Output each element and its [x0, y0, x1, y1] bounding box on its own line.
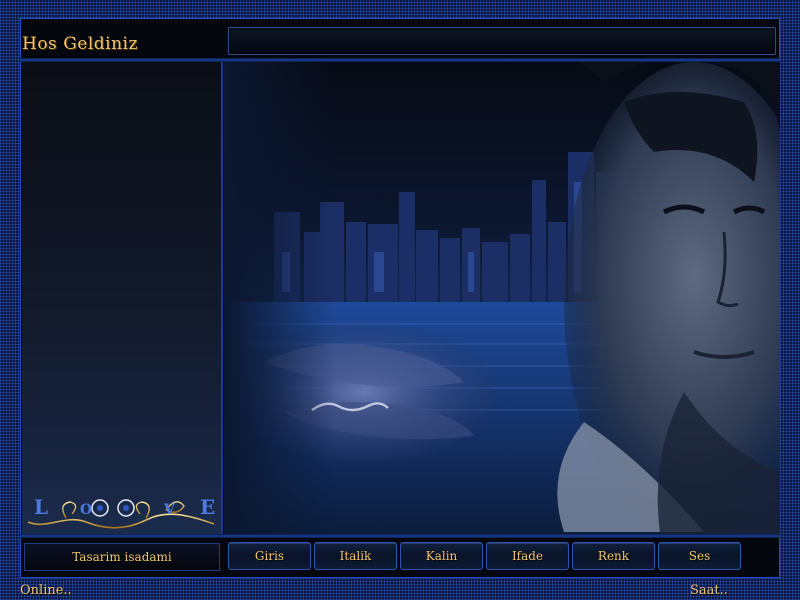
love-ornament-icon: L O V E — [26, 488, 216, 532]
logo-letter-l: L — [34, 495, 48, 519]
nav-button-kalin[interactable]: Kalin — [400, 542, 483, 570]
user-list-panel[interactable] — [22, 62, 223, 534]
nav-button-italik[interactable]: Italik — [314, 542, 397, 570]
nav-button-ses[interactable]: Ses — [658, 542, 741, 570]
logo-letter-o: O — [80, 502, 92, 518]
logo-letter-e: E — [200, 495, 215, 519]
logo-letter-v: V — [163, 502, 176, 518]
message-display-bar — [228, 27, 776, 55]
nav-button-renk[interactable]: Renk — [572, 542, 655, 570]
main-chat-area[interactable] — [224, 62, 780, 534]
nav-button-ifade[interactable]: Ifade — [486, 542, 569, 570]
clock-status: Saat.. — [690, 583, 728, 598]
city-portrait-artwork-icon — [224, 62, 780, 534]
welcome-title: Hos Geldiniz — [22, 34, 138, 54]
bottom-divider — [20, 534, 780, 538]
nav-button-giris[interactable]: Giris — [228, 542, 311, 570]
online-status: Online.. — [20, 583, 72, 598]
designer-credit: Tasarim isadami — [24, 543, 220, 571]
formatting-toolbar: Giris Italik Kalin Ifade Renk Ses — [228, 542, 741, 570]
